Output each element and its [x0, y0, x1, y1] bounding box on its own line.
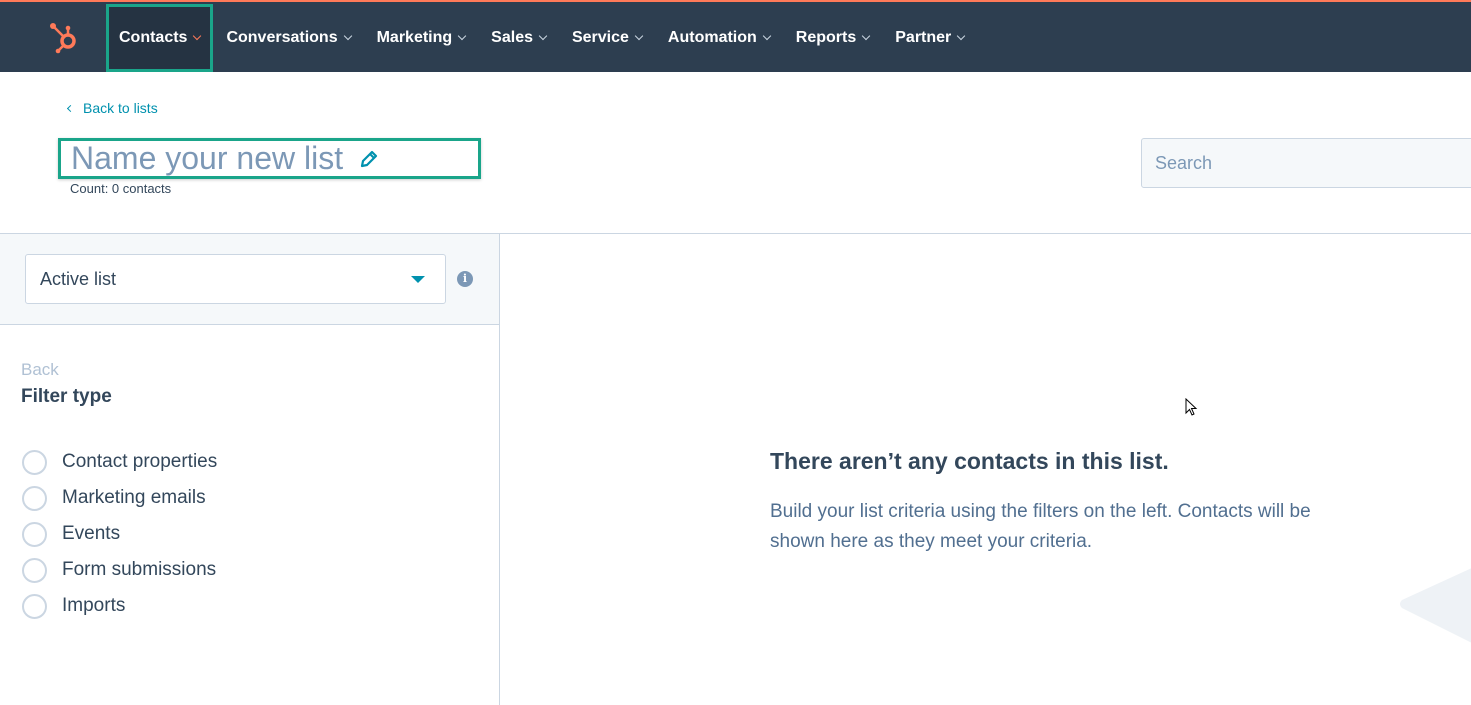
- nav-partner[interactable]: Partner: [882, 4, 977, 72]
- chevron-down-icon: [193, 31, 202, 41]
- filter-type-heading: Filter type: [21, 386, 112, 407]
- radio-label: Contact properties: [62, 451, 218, 472]
- nav-marketing[interactable]: Marketing: [364, 4, 479, 72]
- pencil-icon[interactable]: [359, 149, 379, 169]
- radio-label: Form submissions: [62, 559, 217, 580]
- filter-sidebar: Active list i Back Filter type Contact p…: [0, 234, 500, 705]
- nav-label: Reports: [795, 29, 857, 46]
- chevron-down-icon: [538, 31, 548, 41]
- radio-label: Imports: [62, 595, 126, 616]
- chevron-down-icon: [762, 31, 772, 41]
- chevron-down-icon: [457, 31, 467, 41]
- nav-label: Contacts: [119, 29, 188, 46]
- hubspot-logo-icon[interactable]: [46, 20, 82, 56]
- radio-button[interactable]: [22, 485, 47, 511]
- chevron-down-icon: [343, 31, 352, 41]
- nav-sales[interactable]: Sales: [478, 4, 559, 72]
- search-input[interactable]: [1141, 138, 1471, 188]
- chevron-down-icon: [957, 31, 966, 41]
- mouse-cursor-icon: [1185, 398, 1198, 416]
- list-type-select[interactable]: Active list: [25, 254, 446, 304]
- nav-label: Marketing: [376, 29, 453, 46]
- chevron-down-icon: [634, 31, 644, 41]
- filter-option-imports[interactable]: Imports: [22, 581, 217, 631]
- list-type-section: Active list i: [0, 234, 499, 325]
- nav-label: Partner: [895, 29, 952, 46]
- nav-contacts[interactable]: Contacts: [106, 4, 214, 72]
- nav-label: Automation: [667, 29, 757, 46]
- list-header: Back to lists Name your new list Count: …: [0, 72, 1471, 234]
- decorative-shape-icon: [1400, 568, 1471, 643]
- list-name-placeholder: Name your new list: [71, 140, 344, 176]
- nav-label: Service: [571, 29, 629, 46]
- radio-button[interactable]: [22, 449, 47, 475]
- nav-service[interactable]: Service: [559, 4, 655, 72]
- caret-down-icon: [411, 276, 425, 283]
- contact-count: Count: 0 contacts: [70, 181, 172, 196]
- back-link-label: Back to lists: [83, 100, 158, 116]
- radio-button[interactable]: [22, 593, 47, 619]
- radio-label: Events: [62, 523, 121, 544]
- nav-conversations[interactable]: Conversations: [213, 4, 363, 72]
- filter-type-options: Contact properties Marketing emails Even…: [22, 437, 217, 631]
- info-icon[interactable]: i: [457, 271, 473, 287]
- main-nav: Contacts Conversations Marketing Sales S…: [106, 4, 977, 72]
- nav-label: Sales: [491, 29, 533, 46]
- empty-state-description: Build your list criteria using the filte…: [770, 501, 1311, 552]
- chevron-down-icon: [862, 31, 871, 41]
- nav-reports[interactable]: Reports: [783, 4, 882, 72]
- chevron-left-icon: [66, 104, 75, 112]
- top-navigation-bar: Contacts Conversations Marketing Sales S…: [0, 0, 1471, 72]
- back-button[interactable]: Back: [21, 360, 59, 380]
- nav-label: Conversations: [226, 29, 338, 46]
- empty-state-title: There aren’t any contacts in this list.: [770, 448, 1169, 474]
- radio-button[interactable]: [22, 521, 47, 547]
- radio-button[interactable]: [22, 557, 47, 583]
- list-name-field[interactable]: Name your new list: [58, 138, 481, 179]
- list-type-value: Active list: [40, 268, 117, 289]
- empty-state: There aren’t any contacts in this list. …: [770, 448, 1350, 557]
- nav-automation[interactable]: Automation: [655, 4, 783, 72]
- radio-label: Marketing emails: [62, 487, 206, 508]
- back-to-lists-link[interactable]: Back to lists: [66, 100, 158, 116]
